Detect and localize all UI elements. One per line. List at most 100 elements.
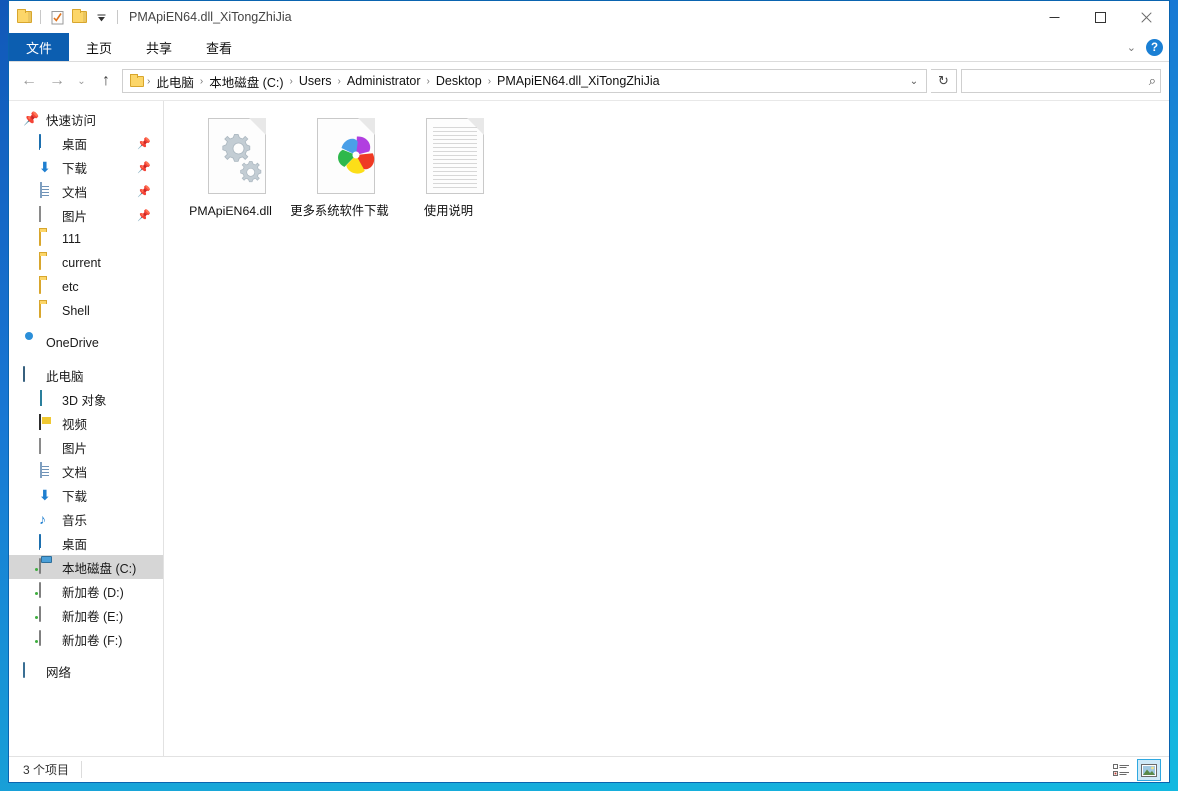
window-title: PMApiEN64.dll_XiTongZhiJia [129, 10, 292, 24]
sidebar-label-music: 音乐 [62, 513, 88, 528]
breadcrumb-item-1[interactable]: 本地磁盘 (C:) [204, 72, 288, 91]
up-button[interactable]: ↑ [94, 69, 118, 93]
tab-share[interactable]: 共享 [129, 33, 189, 61]
recent-locations-button[interactable]: ⌄ [73, 69, 90, 93]
breadcrumb-item-0[interactable]: 此电脑 [151, 72, 199, 91]
breadcrumb-item-3[interactable]: Administrator [342, 74, 426, 88]
tab-home[interactable]: 主页 [69, 33, 129, 61]
toolbar-divider [40, 10, 41, 24]
sidebar-item-downloads-qa[interactable]: ⬇ 下载 📌 [9, 155, 163, 179]
sidebar-item-music[interactable]: ♪ 音乐 [9, 507, 163, 531]
sidebar-label-videos: 视频 [62, 417, 88, 432]
sidebar-label-desktop-qa: 桌面 [62, 137, 88, 152]
window-controls [1031, 1, 1169, 33]
breadcrumb-item-4[interactable]: Desktop [431, 74, 487, 88]
pin-icon[interactable]: 📌 [137, 161, 151, 174]
pictures-icon [39, 206, 55, 223]
sidebar-item-shell[interactable]: Shell [9, 299, 163, 323]
minimize-button[interactable] [1031, 1, 1077, 33]
breadcrumb-item-5[interactable]: PMApiEN64.dll_XiTongZhiJia [492, 74, 665, 88]
cloud-icon [23, 335, 39, 351]
sidebar-item-etc[interactable]: etc [9, 275, 163, 299]
pictures-icon [39, 438, 55, 455]
3d-objects-icon [39, 390, 55, 407]
sidebar-item-documents-qa[interactable]: 文档 📌 [9, 179, 163, 203]
sidebar-item-volume-d[interactable]: 新加卷 (D:) [9, 579, 163, 603]
breadcrumb-bar[interactable]: › 此电脑 › 本地磁盘 (C:) › Users › Administrato… [122, 69, 927, 93]
drive-icon [39, 606, 55, 623]
search-icon: ⌕ [1148, 73, 1156, 88]
sidebar-item-downloads[interactable]: ⬇ 下载 [9, 483, 163, 507]
sidebar-item-videos[interactable]: 视频 [9, 411, 163, 435]
tab-file[interactable]: 文件 [9, 33, 70, 61]
sidebar-item-111[interactable]: 111 [9, 227, 163, 251]
navigation-pane: 📌 快速访问 桌面 📌 ⬇ 下载 📌 文档 📌 图片 📌 111 current… [9, 101, 164, 756]
properties-icon[interactable] [46, 6, 68, 28]
file-name: PMApiEN64.dll [189, 204, 272, 218]
file-grid: PMApiEN64.dll 更多系统软件下载 使用说明 [176, 113, 1169, 219]
large-icons-view-button[interactable] [1137, 759, 1161, 781]
details-view-button[interactable] [1109, 759, 1133, 781]
file-list-pane[interactable]: PMApiEN64.dll 更多系统软件下载 使用说明 [164, 101, 1169, 756]
file-item[interactable]: 更多系统软件下载 [285, 113, 394, 219]
file-item[interactable]: 使用说明 [394, 113, 503, 219]
file-name: 使用说明 [423, 204, 474, 218]
back-button[interactable]: ← [17, 69, 41, 93]
search-box[interactable]: ⌕ [961, 69, 1161, 93]
breadcrumb-dropdown-icon[interactable]: ⌄ [904, 76, 924, 87]
address-bar: ← → ⌄ ↑ › 此电脑 › 本地磁盘 (C:) › Users › Admi… [9, 62, 1169, 100]
documents-icon [39, 462, 55, 479]
explorer-window: PMApiEN64.dll_XiTongZhiJia 文件 主页 共享 查看 ⌄… [8, 0, 1170, 783]
pin-icon[interactable]: 📌 [137, 137, 151, 150]
customize-dropdown-icon[interactable] [90, 6, 112, 28]
chevron-down-icon[interactable]: ⌄ [1127, 41, 1136, 54]
item-count: 3 个项目 [23, 763, 70, 777]
sidebar-item-desktop-qa[interactable]: 桌面 📌 [9, 131, 163, 155]
search-input[interactable] [969, 74, 1149, 88]
network-icon [23, 662, 39, 679]
quick-access-toolbar [9, 6, 123, 28]
sidebar-item-quick-access[interactable]: 📌 快速访问 [9, 107, 163, 131]
help-icon[interactable]: ? [1146, 39, 1163, 56]
refresh-button[interactable]: ↻ [931, 69, 957, 93]
sidebar-item-volume-e[interactable]: 新加卷 (E:) [9, 603, 163, 627]
sidebar-item-pictures[interactable]: 图片 [9, 435, 163, 459]
dll-gears-icon [198, 115, 266, 199]
music-icon: ♪ [39, 511, 46, 527]
pin-star-icon: 📌 [23, 111, 40, 126]
sidebar-item-3d-objects[interactable]: 3D 对象 [9, 387, 163, 411]
maximize-button[interactable] [1077, 1, 1123, 33]
breadcrumb-folder-icon [130, 73, 144, 87]
tab-view[interactable]: 查看 [189, 33, 249, 61]
sidebar-label-this-pc: 此电脑 [46, 369, 84, 384]
sidebar-item-onedrive[interactable]: OneDrive [9, 331, 163, 355]
sidebar-item-desktop[interactable]: 桌面 [9, 531, 163, 555]
sidebar-label-pictures: 图片 [62, 441, 88, 456]
sidebar-item-this-pc[interactable]: 此电脑 [9, 363, 163, 387]
breadcrumb-item-2[interactable]: Users [294, 74, 337, 88]
folder-icon [39, 254, 55, 271]
close-button[interactable] [1123, 1, 1169, 33]
sidebar-item-pictures-qa[interactable]: 图片 📌 [9, 203, 163, 227]
folder-icon[interactable] [13, 6, 35, 28]
sidebar-item-local-disk-c[interactable]: 本地磁盘 (C:) [9, 555, 163, 579]
sidebar-item-current[interactable]: current [9, 251, 163, 275]
sidebar-label-volume-e: 新加卷 (E:) [62, 609, 124, 624]
file-item[interactable]: PMApiEN64.dll [176, 113, 285, 219]
this-pc-icon [23, 366, 39, 383]
folder-icon [39, 230, 55, 247]
sidebar-label-documents: 文档 [62, 465, 88, 480]
sidebar-item-volume-f[interactable]: 新加卷 (F:) [9, 627, 163, 651]
pin-icon[interactable]: 📌 [137, 209, 151, 222]
pin-icon[interactable]: 📌 [137, 185, 151, 198]
new-folder-icon[interactable] [68, 6, 90, 28]
ribbon-right-controls: ⌄ ? [1127, 33, 1163, 62]
sidebar-item-documents[interactable]: 文档 [9, 459, 163, 483]
sidebar-label-current: current [62, 256, 101, 270]
sidebar-label-downloads: 下载 [62, 489, 88, 504]
forward-button[interactable]: → [45, 69, 69, 93]
sidebar-item-network[interactable]: 网络 [9, 659, 163, 683]
sidebar-label-desktop: 桌面 [62, 537, 88, 552]
